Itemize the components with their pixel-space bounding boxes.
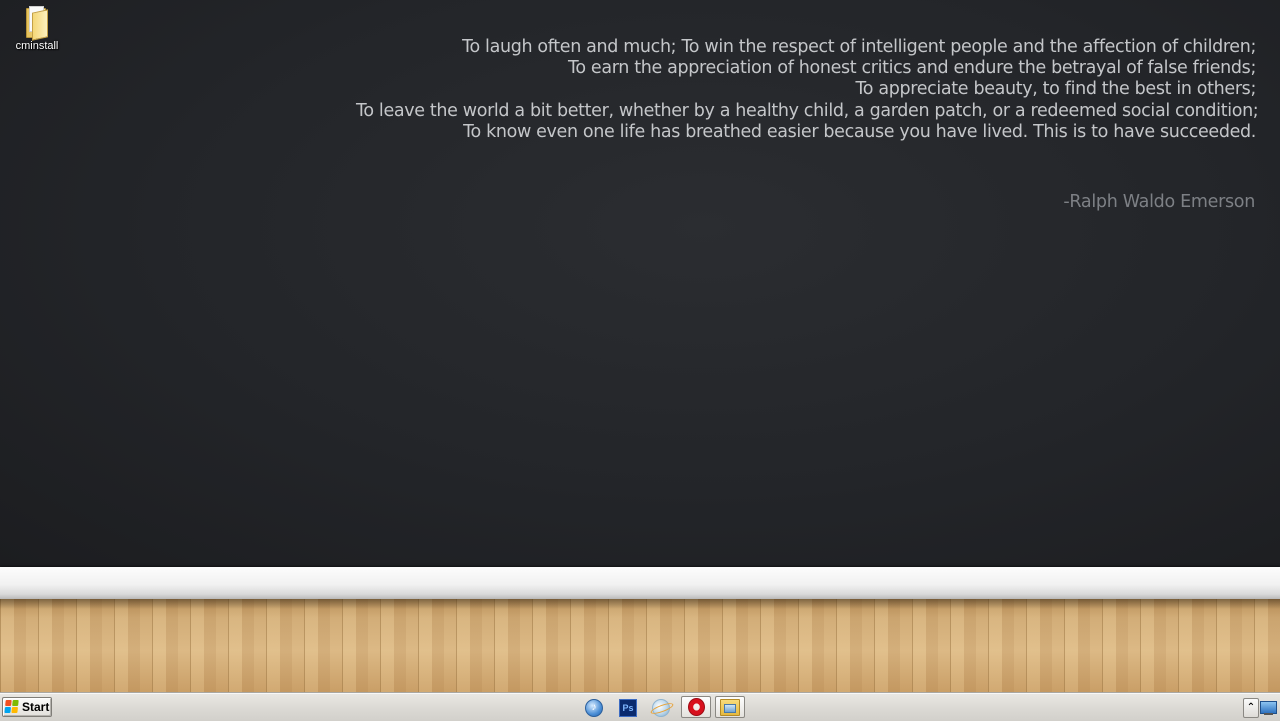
- quicklaunch-photoshop[interactable]: Ps: [618, 698, 638, 718]
- start-label: Start: [22, 700, 50, 714]
- system-tray: ⌃: [1240, 694, 1280, 721]
- taskbar-button-opera[interactable]: [681, 696, 711, 718]
- itunes-icon: ♪: [585, 699, 603, 717]
- floor-shadow: [0, 599, 1280, 609]
- windows-logo-icon: [4, 700, 19, 714]
- photoshop-icon: Ps: [619, 699, 637, 717]
- desktop-icon-cminstall[interactable]: cminstall: [8, 6, 66, 53]
- quote-author: -Ralph Waldo Emerson: [1063, 192, 1255, 212]
- quote-line: To leave the world a bit better, whether…: [356, 100, 1259, 121]
- taskbar-button-explorer[interactable]: [715, 696, 745, 718]
- globe-icon: [652, 699, 670, 717]
- wallpaper-quote: To laugh often and much; To win the resp…: [356, 37, 1259, 143]
- wallpaper-baseboard: [0, 567, 1280, 599]
- quicklaunch-itunes[interactable]: ♪: [584, 698, 604, 718]
- quote-line: To laugh often and much; To win the resp…: [462, 37, 1256, 57]
- quote-line: To know even one life has breathed easie…: [463, 121, 1256, 142]
- quicklaunch-browser[interactable]: [651, 698, 671, 718]
- quote-line: To appreciate beauty, to find the best i…: [855, 79, 1256, 100]
- taskbar: Start ♪ Ps ⌃: [0, 693, 1280, 721]
- network-monitor-icon[interactable]: [1260, 701, 1277, 715]
- desktop-icon-label: cminstall: [15, 40, 59, 52]
- quote-line: To earn the appreciation of honest criti…: [568, 58, 1256, 79]
- start-button[interactable]: Start: [2, 697, 52, 717]
- windows-explorer-icon: [720, 698, 740, 716]
- tray-expand-button[interactable]: ⌃: [1243, 698, 1259, 718]
- wallpaper-wood-floor: [0, 599, 1280, 693]
- folder-icon: [24, 6, 50, 41]
- opera-icon: [687, 698, 705, 716]
